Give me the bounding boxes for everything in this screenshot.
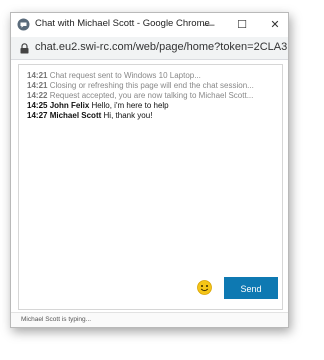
message-time: 14:21 bbox=[27, 71, 48, 80]
chat-window: Chat with Michael Scott - Google Chrome … bbox=[10, 12, 289, 328]
smiley-icon[interactable] bbox=[197, 280, 212, 295]
message-time: 14:25 bbox=[27, 101, 48, 110]
message-text: Hi, thank you! bbox=[103, 111, 153, 120]
title-bar: Chat with Michael Scott - Google Chrome … bbox=[11, 13, 288, 37]
close-button[interactable]: ✕ bbox=[263, 16, 287, 34]
window-title: Chat with Michael Scott - Google Chrome bbox=[35, 18, 210, 29]
address-bar[interactable]: chat.eu2.swi-rc.com/web/page/home?token=… bbox=[11, 37, 288, 60]
url-text[interactable]: chat.eu2.swi-rc.com/web/page/home?token=… bbox=[35, 41, 288, 53]
message-text: Hello, i'm here to help bbox=[91, 101, 169, 110]
maximize-button[interactable]: ☐ bbox=[230, 16, 254, 34]
message-text: Request accepted, you are now talking to… bbox=[49, 91, 254, 100]
chat-message: 14:25 John Felix Hello, i'm here to help bbox=[27, 101, 169, 111]
chat-message: 14:27 Michael Scott Hi, thank you! bbox=[27, 111, 152, 121]
chat-message: 14:21 Closing or refreshing this page wi… bbox=[27, 81, 254, 91]
message-sender: Michael Scott bbox=[49, 111, 102, 120]
send-button[interactable]: Send bbox=[224, 277, 278, 299]
message-text: Chat request sent to Windows 10 Laptop..… bbox=[49, 71, 201, 80]
chat-message: 14:21 Chat request sent to Windows 10 La… bbox=[27, 71, 201, 81]
chat-app-icon bbox=[17, 18, 30, 31]
chat-message: 14:22 Request accepted, you are now talk… bbox=[27, 91, 253, 101]
status-bar: Michael Scott is typing... bbox=[11, 312, 288, 327]
message-time: 14:27 bbox=[27, 111, 48, 120]
message-time: 14:21 bbox=[27, 81, 48, 90]
message-compose-area[interactable]: Send bbox=[18, 269, 283, 310]
message-sender: John Felix bbox=[49, 101, 90, 110]
message-time: 14:22 bbox=[27, 91, 48, 100]
minimize-button[interactable]: — bbox=[197, 16, 221, 34]
message-text: Closing or refreshing this page will end… bbox=[49, 81, 254, 90]
lock-icon[interactable] bbox=[20, 43, 29, 54]
chat-transcript[interactable]: 14:21 Chat request sent to Windows 10 La… bbox=[18, 64, 283, 271]
typing-indicator: Michael Scott is typing... bbox=[21, 316, 92, 323]
